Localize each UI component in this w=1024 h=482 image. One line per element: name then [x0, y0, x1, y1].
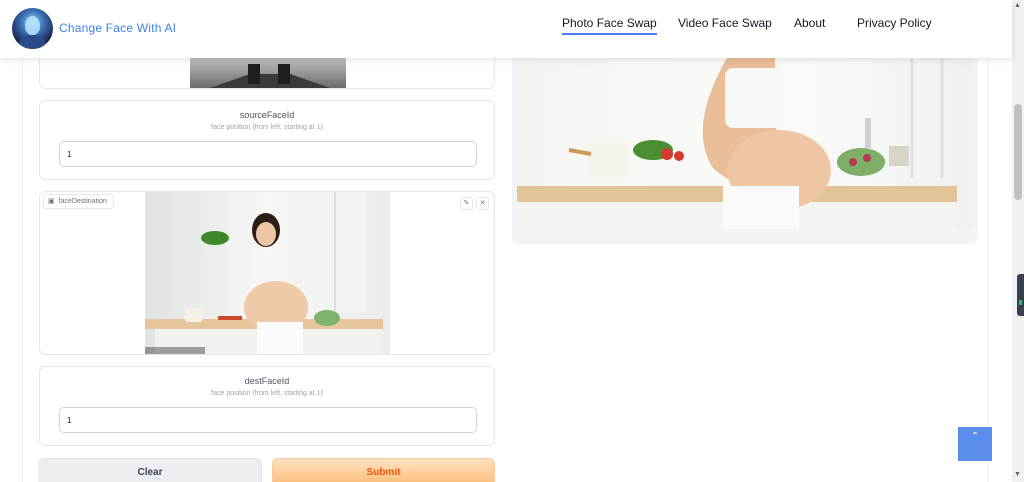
submit-button[interactable]: Submit: [272, 458, 495, 482]
nav-privacy-policy[interactable]: Privacy Policy: [857, 16, 932, 30]
scroll-down-arrow-icon[interactable]: ▼: [1014, 471, 1021, 478]
source-face-id-label: sourceFaceId: [239, 110, 295, 120]
edit-image-button[interactable]: ✎: [460, 197, 473, 210]
side-widget-tab[interactable]: [1017, 274, 1024, 316]
nav-video-face-swap[interactable]: Video Face Swap: [678, 16, 772, 30]
source-face-id-input[interactable]: 1: [59, 141, 477, 167]
pencil-icon: ✎: [463, 200, 470, 207]
scroll-up-arrow-icon[interactable]: ▲: [1014, 2, 1021, 9]
face-destination-panel[interactable]: ▣ faceDestination ✎ ✕: [39, 191, 495, 355]
source-face-id-info: face position (from left, starting at 1): [211, 124, 323, 131]
destination-image: [145, 192, 390, 354]
site-title[interactable]: Change Face With AI: [59, 21, 176, 35]
page-scrollbar[interactable]: [1012, 0, 1024, 482]
nav-photo-face-swap[interactable]: Photo Face Swap: [562, 16, 657, 35]
face-destination-tag-label: faceDestination: [58, 198, 107, 205]
image-icon: ▣: [48, 198, 55, 205]
scroll-to-top-button[interactable]: ˆ: [958, 427, 992, 461]
status-indicator-icon: [1019, 300, 1022, 305]
dest-face-id-panel: destFaceId face position (from left, sta…: [39, 366, 495, 446]
remove-image-button[interactable]: ✕: [476, 197, 489, 210]
site-logo[interactable]: [12, 8, 53, 49]
dest-face-id-info: face position (from left, starting at 1): [211, 390, 323, 397]
dest-face-id-input[interactable]: 1: [59, 407, 477, 433]
nav-about[interactable]: About: [794, 16, 825, 30]
top-navbar: Change Face With AI Photo Face Swap Vide…: [0, 0, 1012, 58]
close-icon: ✕: [479, 200, 486, 207]
clear-button[interactable]: Clear: [38, 458, 262, 482]
source-face-id-panel: sourceFaceId face position (from left, s…: [39, 100, 495, 180]
face-destination-tag: ▣ faceDestination: [43, 194, 114, 209]
output-image: [517, 58, 974, 229]
dest-face-id-label: destFaceId: [244, 376, 290, 386]
output-image-graphic: [517, 58, 974, 229]
chevron-up-icon: ˆ: [973, 430, 977, 444]
scrollbar-thumb[interactable]: [1014, 104, 1022, 200]
